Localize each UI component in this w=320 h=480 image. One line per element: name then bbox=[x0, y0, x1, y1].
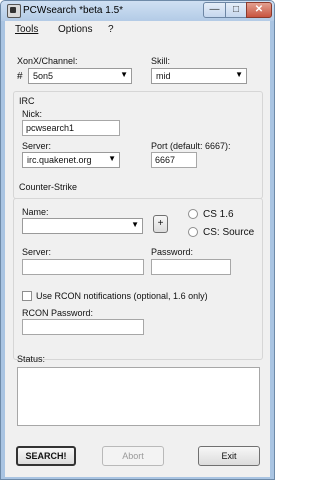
port-input[interactable]: 6667 bbox=[151, 152, 197, 168]
nick-input[interactable]: pcwsearch1 bbox=[22, 120, 120, 136]
nick-label: Nick: bbox=[22, 109, 42, 119]
menu-help[interactable]: ? bbox=[108, 24, 114, 35]
add-name-button[interactable]: + bbox=[153, 215, 168, 233]
irc-server-value: irc.quakenet.org bbox=[27, 155, 92, 165]
skill-select[interactable]: mid ▼ bbox=[151, 68, 247, 84]
rcon-checkbox-label: Use RCON notifications (optional, 1.6 on… bbox=[36, 291, 208, 301]
chevron-down-icon: ▼ bbox=[120, 70, 128, 79]
password-input[interactable] bbox=[151, 259, 231, 275]
channel-prefix: # bbox=[17, 71, 23, 82]
radio-cs16-label: CS 1.6 bbox=[203, 209, 234, 220]
maximize-button[interactable]: □ bbox=[225, 2, 247, 18]
status-box[interactable] bbox=[17, 367, 260, 426]
client-area: Tools Options ? XonX/Channel: # 5on5 ▼ S… bbox=[5, 21, 270, 477]
password-label: Password: bbox=[151, 247, 194, 257]
irc-server-select[interactable]: irc.quakenet.org ▼ bbox=[22, 152, 120, 168]
title-bar[interactable]: PCWsearch *beta 1.5* — □ ✕ bbox=[1, 1, 274, 21]
nick-value: pcwsearch1 bbox=[26, 123, 75, 133]
irc-server-label: Server: bbox=[22, 141, 52, 151]
xonx-label: XonX/Channel: bbox=[17, 56, 78, 66]
radio-cs16[interactable] bbox=[188, 209, 198, 219]
port-value: 6667 bbox=[155, 155, 176, 165]
maximize-icon: □ bbox=[232, 4, 240, 15]
menu-tools[interactable]: Tools bbox=[15, 24, 38, 35]
minimize-button[interactable]: — bbox=[203, 2, 226, 18]
app-icon bbox=[7, 4, 21, 18]
minimize-icon: — bbox=[209, 4, 220, 15]
cs-server-label: Server: bbox=[22, 247, 52, 257]
irc-group-title: IRC bbox=[19, 96, 35, 106]
rcon-password-input[interactable] bbox=[22, 319, 144, 335]
exit-button[interactable]: Exit bbox=[198, 446, 260, 466]
chevron-down-icon: ▼ bbox=[108, 154, 116, 163]
abort-button[interactable]: Abort bbox=[102, 446, 164, 466]
app-window: PCWsearch *beta 1.5* — □ ✕ Tools Options… bbox=[0, 0, 275, 480]
xonx-select[interactable]: 5on5 ▼ bbox=[28, 68, 132, 84]
rcon-password-label: RCON Password: bbox=[22, 308, 94, 318]
xonx-value: 5on5 bbox=[33, 71, 54, 81]
chevron-down-icon: ▼ bbox=[235, 70, 243, 79]
radio-cs-source[interactable] bbox=[188, 227, 198, 237]
skill-value: mid bbox=[156, 71, 171, 81]
rcon-checkbox[interactable] bbox=[22, 291, 32, 301]
cs-group-title: Counter-Strike bbox=[19, 182, 78, 192]
menu-bar: Tools Options ? bbox=[5, 21, 270, 38]
close-icon: ✕ bbox=[254, 4, 264, 15]
cs-name-label: Name: bbox=[22, 207, 49, 217]
menu-options[interactable]: Options bbox=[58, 24, 92, 35]
chevron-down-icon: ▼ bbox=[131, 220, 139, 229]
radio-cs-source-label: CS: Source bbox=[203, 227, 255, 238]
status-label: Status: bbox=[17, 354, 46, 364]
window-title: PCWsearch *beta 1.5* bbox=[23, 5, 124, 16]
cs-name-select[interactable]: ▼ bbox=[22, 218, 143, 234]
skill-label: Skill: bbox=[151, 56, 171, 66]
close-button[interactable]: ✕ bbox=[246, 2, 272, 18]
cs-server-input[interactable] bbox=[22, 259, 144, 275]
search-button[interactable]: SEARCH! bbox=[16, 446, 76, 466]
port-label: Port (default: 6667): bbox=[151, 141, 231, 151]
